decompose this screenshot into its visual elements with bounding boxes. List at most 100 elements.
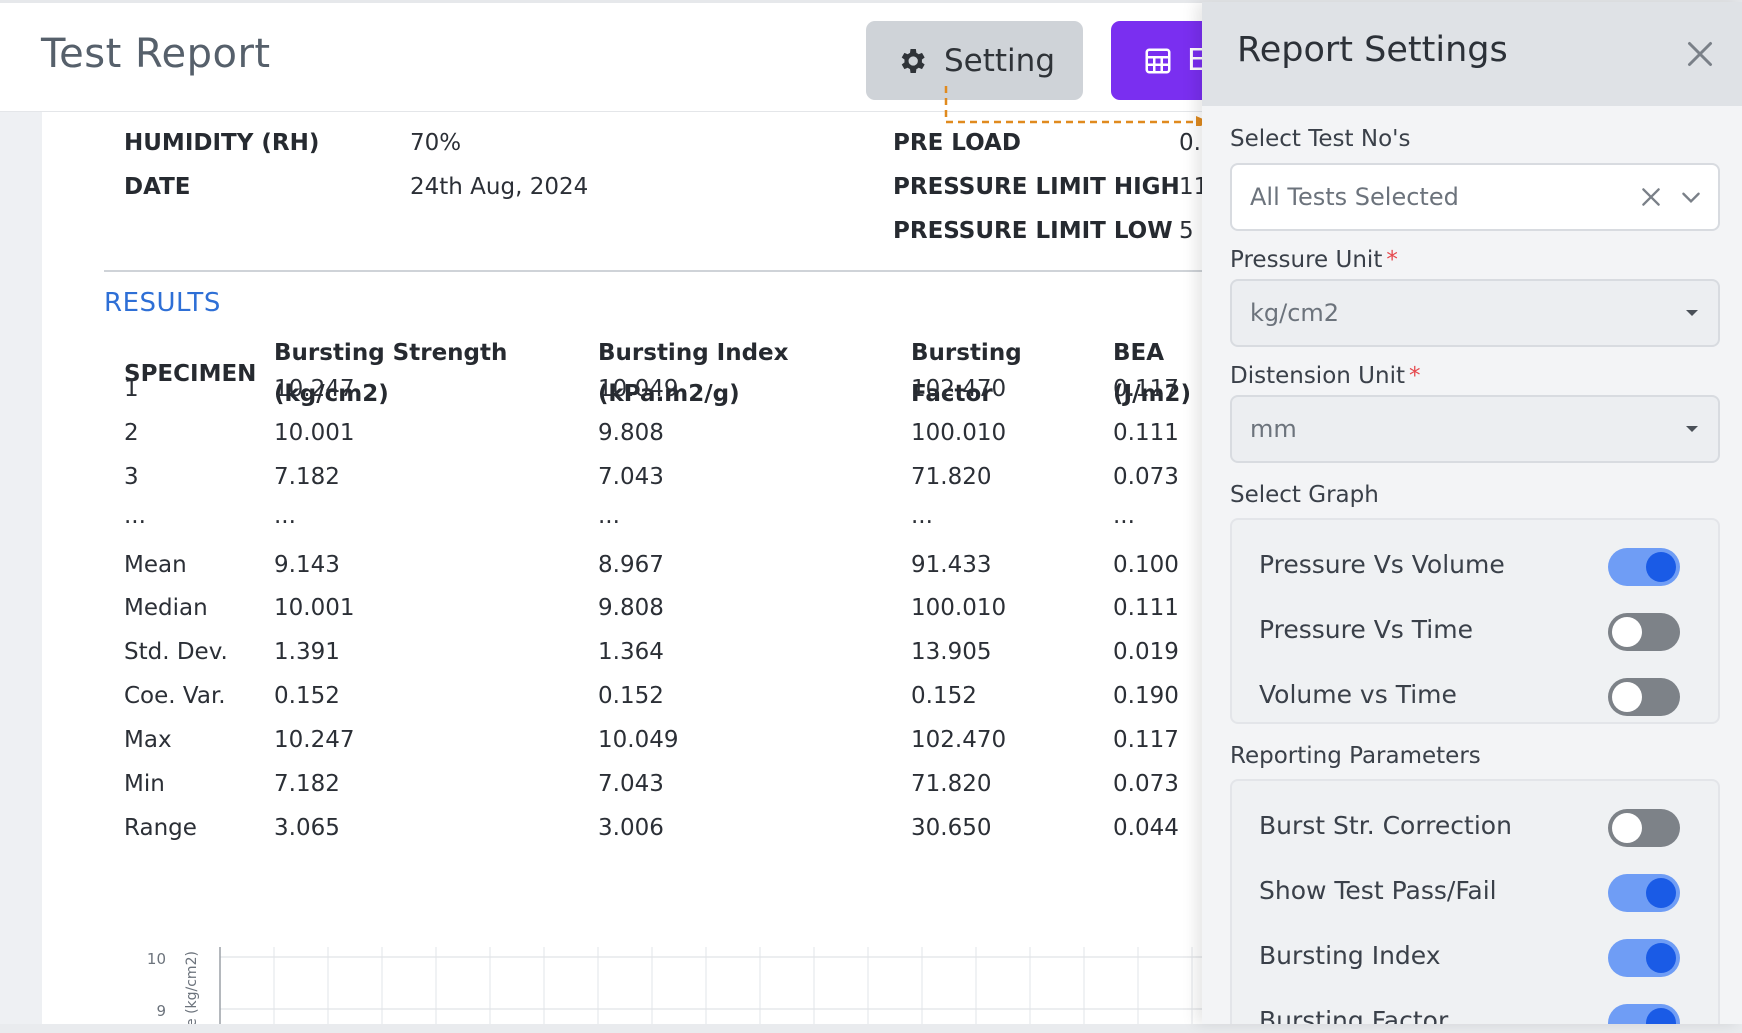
cell-specimen: Mean xyxy=(124,552,187,578)
preload-value: 0. xyxy=(1179,130,1201,156)
graph-toggle-row-volume-vs-time[interactable]: Volume vs Time xyxy=(1232,664,1718,728)
param-toggle-row-show-test-pass-fail[interactable]: Show Test Pass/Fail xyxy=(1232,860,1718,924)
bottom-strip xyxy=(0,1024,1742,1033)
humidity-value: 70% xyxy=(410,130,462,156)
cell-specimen: Coe. Var. xyxy=(124,683,226,709)
graph-toggle-row-pressure-vs-volume[interactable]: Pressure Vs Volume xyxy=(1232,534,1718,598)
cell-bursting-strength: 10.001 xyxy=(274,420,355,446)
cell-bursting-index: 8.967 xyxy=(598,552,664,578)
header-bea: BEA (J/m2) xyxy=(1113,333,1191,415)
cell-bea: 0.111 xyxy=(1113,595,1179,621)
table-grid-icon xyxy=(1145,48,1171,73)
preload-label: PRE LOAD xyxy=(893,130,1021,156)
close-icon[interactable] xyxy=(1682,36,1718,72)
show-test-pass-fail-switch[interactable] xyxy=(1608,874,1680,912)
pressure-unit-label: Pressure Unit * xyxy=(1230,247,1398,273)
graph-toggle-row-pressure-vs-time[interactable]: Pressure Vs Time xyxy=(1232,599,1718,663)
cell-bursting-index: 10.049 xyxy=(598,727,679,753)
gear-icon xyxy=(901,48,925,73)
setting-connector-arrow xyxy=(944,86,1210,126)
reporting-parameters-label: Reporting Parameters xyxy=(1230,743,1481,769)
cell-bursting-factor: 91.433 xyxy=(911,552,992,578)
cell-bursting-index: ... xyxy=(598,503,620,529)
param-toggle-row-bursting-index[interactable]: Bursting Index xyxy=(1232,925,1718,989)
cell-bursting-factor: 102.470 xyxy=(911,727,1007,753)
cell-bursting-factor: 102.470 xyxy=(911,376,1007,402)
pressure-unit-select[interactable]: kg/cm2 xyxy=(1230,279,1720,347)
cell-bea: 0.019 xyxy=(1113,639,1179,665)
cell-bursting-index: 0.152 xyxy=(598,683,664,709)
cell-bursting-strength: 3.065 xyxy=(274,815,340,841)
cell-specimen: Median xyxy=(124,595,208,621)
results-title: RESULTS xyxy=(104,288,221,318)
cell-bea: 0.100 xyxy=(1113,552,1179,578)
param-toggle-label: Burst Str. Correction xyxy=(1259,811,1512,840)
cell-bursting-index: 7.043 xyxy=(598,464,664,490)
switch-knob xyxy=(1646,552,1676,582)
humidity-label: HUMIDITY (RH) xyxy=(124,130,320,156)
switch-knob xyxy=(1646,1008,1676,1024)
param-toggle-label: Bursting Factor xyxy=(1259,1006,1449,1024)
chevron-down-icon[interactable] xyxy=(1678,184,1704,210)
cell-bea: 0.190 xyxy=(1113,683,1179,709)
burst-str-correction-switch[interactable] xyxy=(1608,809,1680,847)
cell-specimen: Range xyxy=(124,815,197,841)
clear-icon[interactable] xyxy=(1638,184,1664,210)
required-asterisk: * xyxy=(1386,247,1398,273)
cell-bursting-index: 10.049 xyxy=(598,376,679,402)
setting-button-label: Setting xyxy=(944,42,1055,79)
page-title: Test Report xyxy=(41,31,271,77)
cell-bursting-index: 7.043 xyxy=(598,771,664,797)
select-tests-field[interactable]: All Tests Selected xyxy=(1230,163,1720,231)
cell-bea: 0.044 xyxy=(1113,815,1179,841)
bursting-factor-switch[interactable] xyxy=(1608,1004,1680,1024)
pressure-vs-volume-switch[interactable] xyxy=(1608,548,1680,586)
graph-toggle-label: Pressure Vs Volume xyxy=(1259,550,1505,579)
required-asterisk: * xyxy=(1408,363,1421,389)
cell-specimen: 3 xyxy=(124,464,139,490)
cell-bea: 0.073 xyxy=(1113,464,1179,490)
pressure-unit-label-text: Pressure Unit xyxy=(1230,247,1383,273)
switch-knob xyxy=(1646,878,1676,908)
header-bursting-index-line1: Bursting Index xyxy=(598,340,789,366)
chart-y-axis-label: e (kg/cm2) xyxy=(184,951,200,1024)
cell-bea: 0.073 xyxy=(1113,771,1179,797)
select-tests-label: Select Test No's xyxy=(1230,126,1411,152)
pressure-vs-time-switch[interactable] xyxy=(1608,613,1680,651)
cell-bursting-strength: 10.001 xyxy=(274,595,355,621)
cell-bea: 0.117 xyxy=(1113,727,1179,753)
header-bursting-factor-line1: Bursting xyxy=(911,340,1022,366)
cell-bursting-strength: 7.182 xyxy=(274,464,340,490)
volume-vs-time-switch[interactable] xyxy=(1608,678,1680,716)
cell-bursting-factor: 71.820 xyxy=(911,464,992,490)
select-tests-value: All Tests Selected xyxy=(1250,183,1459,211)
cell-specimen: Min xyxy=(124,771,165,797)
header-bursting-strength: Bursting Strength (kg/cm2) xyxy=(274,333,507,415)
switch-knob xyxy=(1612,813,1642,843)
bursting-index-switch[interactable] xyxy=(1608,939,1680,977)
param-toggle-row-bursting-factor[interactable]: Bursting Factor xyxy=(1232,990,1718,1024)
chart-tick-10: 10 xyxy=(147,950,166,968)
cell-specimen: Max xyxy=(124,727,172,753)
panel-title: Report Settings xyxy=(1237,30,1508,70)
select-graph-label: Select Graph xyxy=(1230,482,1379,508)
cell-bursting-factor: 0.152 xyxy=(911,683,977,709)
cell-bursting-factor: 100.010 xyxy=(911,595,1007,621)
cell-bursting-factor: 13.905 xyxy=(911,639,992,665)
header-bursting-factor: Bursting Factor xyxy=(911,333,1022,415)
param-toggle-row-burst-str-correction[interactable]: Burst Str. Correction xyxy=(1232,795,1718,859)
cell-bursting-index: 9.808 xyxy=(598,420,664,446)
report-settings-panel: Report Settings Select Test No's All Tes… xyxy=(1202,2,1742,1024)
cell-bursting-strength: 10.247 xyxy=(274,727,355,753)
cell-bursting-strength: 7.182 xyxy=(274,771,340,797)
cell-bea: ... xyxy=(1113,503,1135,529)
cell-bursting-index: 1.364 xyxy=(598,639,664,665)
header-bursting-index: Bursting Index (kPa.m2/g) xyxy=(598,333,789,415)
pressure-unit-value: kg/cm2 xyxy=(1250,299,1340,327)
divider xyxy=(104,270,1202,272)
cell-bursting-strength: 1.391 xyxy=(274,639,340,665)
distension-unit-select[interactable]: mm xyxy=(1230,395,1720,463)
pressure-limit-low-label: PRESSURE LIMIT LOW xyxy=(893,218,1173,244)
param-toggle-label: Bursting Index xyxy=(1259,941,1441,970)
switch-knob xyxy=(1612,617,1642,647)
